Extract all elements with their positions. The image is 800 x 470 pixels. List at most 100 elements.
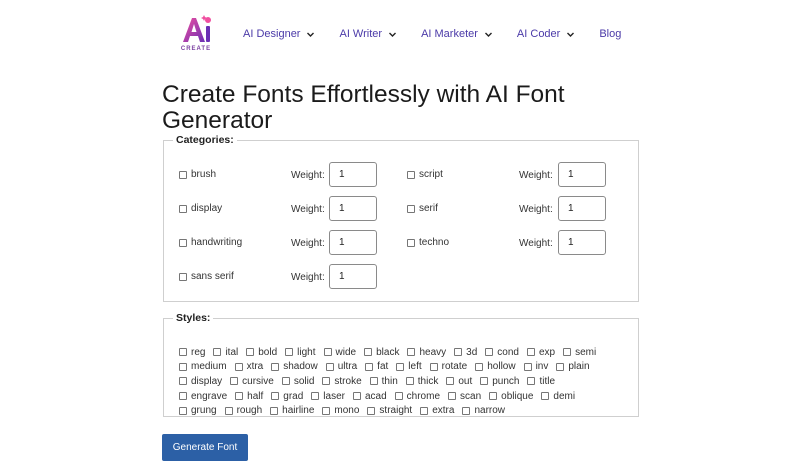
category-option-display[interactable]: display bbox=[179, 203, 222, 214]
style-option-acad[interactable]: acad bbox=[352, 391, 387, 402]
style-checkbox[interactable] bbox=[270, 406, 279, 415]
style-option-title[interactable]: title bbox=[527, 376, 555, 387]
style-option-laser[interactable]: laser bbox=[311, 391, 345, 402]
category-option-brush[interactable]: brush bbox=[179, 169, 216, 180]
style-option-grung[interactable]: grung bbox=[179, 405, 217, 416]
weight-input-sans-serif[interactable] bbox=[329, 264, 377, 289]
style-checkbox[interactable] bbox=[230, 377, 239, 386]
style-checkbox[interactable] bbox=[396, 362, 405, 371]
style-checkbox[interactable] bbox=[563, 348, 572, 357]
style-option-cond[interactable]: cond bbox=[485, 347, 519, 358]
style-option-left[interactable]: left bbox=[396, 361, 422, 372]
style-checkbox[interactable] bbox=[454, 348, 463, 357]
style-checkbox[interactable] bbox=[224, 406, 233, 415]
style-checkbox[interactable] bbox=[235, 392, 244, 401]
style-checkbox[interactable] bbox=[179, 392, 187, 401]
style-checkbox[interactable] bbox=[271, 362, 280, 371]
style-option-narrow[interactable]: narrow bbox=[462, 405, 505, 416]
style-checkbox[interactable] bbox=[322, 406, 331, 415]
style-option-ital[interactable]: ital bbox=[213, 347, 238, 358]
style-option-straight[interactable]: straight bbox=[367, 405, 412, 416]
category-option-sans-serif[interactable]: sans serif bbox=[179, 271, 234, 282]
style-option-oblique[interactable]: oblique bbox=[489, 391, 533, 402]
style-option-shadow[interactable]: shadow bbox=[271, 361, 318, 372]
weight-input-techno[interactable] bbox=[558, 230, 606, 255]
style-checkbox[interactable] bbox=[311, 392, 320, 401]
style-option-inv[interactable]: inv bbox=[523, 361, 548, 372]
category-checkbox[interactable] bbox=[407, 204, 415, 213]
style-option-semi[interactable]: semi bbox=[563, 347, 596, 358]
style-checkbox[interactable] bbox=[527, 377, 536, 386]
nav-ai-coder[interactable]: AI Coder bbox=[517, 28, 575, 40]
style-option-thick[interactable]: thick bbox=[405, 376, 438, 387]
style-option-bold[interactable]: bold bbox=[246, 347, 277, 358]
weight-input-handwriting[interactable] bbox=[329, 230, 377, 255]
style-checkbox[interactable] bbox=[523, 362, 532, 371]
nav-blog[interactable]: Blog bbox=[599, 28, 621, 40]
style-option-out[interactable]: out bbox=[446, 376, 472, 387]
style-option-rotate[interactable]: rotate bbox=[429, 361, 467, 372]
style-option-fat[interactable]: fat bbox=[365, 361, 388, 372]
style-checkbox[interactable] bbox=[489, 392, 498, 401]
style-option-hairline[interactable]: hairline bbox=[270, 405, 314, 416]
style-checkbox[interactable] bbox=[179, 348, 187, 357]
style-checkbox[interactable] bbox=[179, 362, 187, 371]
style-checkbox[interactable] bbox=[369, 377, 378, 386]
style-checkbox[interactable] bbox=[429, 362, 438, 371]
style-checkbox[interactable] bbox=[179, 377, 187, 386]
style-checkbox[interactable] bbox=[322, 377, 331, 386]
category-option-techno[interactable]: techno bbox=[407, 237, 449, 248]
style-checkbox[interactable] bbox=[364, 348, 373, 357]
style-option-engrave[interactable]: engrave bbox=[179, 391, 227, 402]
style-option-rough[interactable]: rough bbox=[224, 405, 262, 416]
style-option-mono[interactable]: mono bbox=[322, 405, 359, 416]
style-option-exp[interactable]: exp bbox=[526, 347, 555, 358]
style-checkbox[interactable] bbox=[352, 392, 361, 401]
style-checkbox[interactable] bbox=[446, 377, 455, 386]
style-checkbox[interactable] bbox=[462, 406, 471, 415]
weight-input-serif[interactable] bbox=[558, 196, 606, 221]
style-checkbox[interactable] bbox=[480, 377, 489, 386]
style-option-punch[interactable]: punch bbox=[480, 376, 519, 387]
category-option-handwriting[interactable]: handwriting bbox=[179, 237, 242, 248]
style-option-stroke[interactable]: stroke bbox=[322, 376, 362, 387]
style-checkbox[interactable] bbox=[213, 348, 222, 357]
style-checkbox[interactable] bbox=[246, 348, 255, 357]
style-checkbox[interactable] bbox=[485, 348, 494, 357]
style-option-chrome[interactable]: chrome bbox=[394, 391, 440, 402]
style-checkbox[interactable] bbox=[405, 377, 414, 386]
generate-font-button[interactable]: Generate Font bbox=[162, 434, 248, 461]
style-option-xtra[interactable]: xtra bbox=[234, 361, 263, 372]
category-checkbox[interactable] bbox=[407, 170, 415, 179]
style-option-heavy[interactable]: heavy bbox=[407, 347, 446, 358]
style-option-grad[interactable]: grad bbox=[271, 391, 303, 402]
style-option-hollow[interactable]: hollow bbox=[475, 361, 516, 372]
style-checkbox[interactable] bbox=[420, 406, 429, 415]
logo[interactable]: CREATE bbox=[177, 14, 215, 56]
style-option-reg[interactable]: reg bbox=[179, 347, 205, 358]
style-option-demi[interactable]: demi bbox=[541, 391, 575, 402]
style-checkbox[interactable] bbox=[365, 362, 374, 371]
style-option-scan[interactable]: scan bbox=[448, 391, 481, 402]
category-checkbox[interactable] bbox=[179, 238, 187, 247]
category-checkbox[interactable] bbox=[407, 238, 415, 247]
style-option-3d[interactable]: 3d bbox=[454, 347, 477, 358]
style-checkbox[interactable] bbox=[394, 392, 403, 401]
style-checkbox[interactable] bbox=[234, 362, 243, 371]
style-checkbox[interactable] bbox=[367, 406, 376, 415]
style-checkbox[interactable] bbox=[325, 362, 334, 371]
style-option-cursive[interactable]: cursive bbox=[230, 376, 274, 387]
weight-input-script[interactable] bbox=[558, 162, 606, 187]
style-option-wide[interactable]: wide bbox=[323, 347, 356, 358]
style-checkbox[interactable] bbox=[526, 348, 535, 357]
style-option-black[interactable]: black bbox=[364, 347, 399, 358]
nav-ai-marketer[interactable]: AI Marketer bbox=[421, 28, 493, 40]
weight-input-brush[interactable] bbox=[329, 162, 377, 187]
style-checkbox[interactable] bbox=[179, 406, 187, 415]
style-checkbox[interactable] bbox=[271, 392, 280, 401]
style-checkbox[interactable] bbox=[541, 392, 550, 401]
category-option-script[interactable]: script bbox=[407, 169, 443, 180]
style-option-ultra[interactable]: ultra bbox=[325, 361, 357, 372]
style-checkbox[interactable] bbox=[281, 377, 290, 386]
nav-ai-writer[interactable]: AI Writer bbox=[339, 28, 397, 40]
